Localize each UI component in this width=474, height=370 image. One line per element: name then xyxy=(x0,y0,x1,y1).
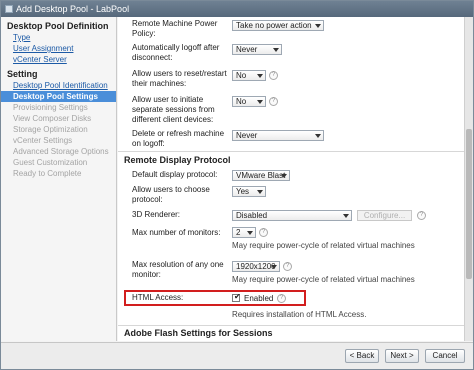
help-icon[interactable]: ? xyxy=(283,262,292,271)
nav-item-storage-optimization: Storage Optimization xyxy=(13,125,88,134)
refresh-value: Never xyxy=(236,131,258,140)
chevron-down-icon xyxy=(257,74,263,78)
monitors-note: May require power-cycle of related virtu… xyxy=(232,241,415,250)
resolution-label: Max resolution of any one monitor: xyxy=(132,260,224,279)
renderer-label: 3D Renderer: xyxy=(132,210,181,219)
separate-sessions-select[interactable]: No xyxy=(232,96,266,107)
help-icon[interactable]: ? xyxy=(417,211,426,220)
window-icon xyxy=(5,5,13,13)
configure-button[interactable]: Configure... xyxy=(357,210,412,221)
auto-logoff-value: Never xyxy=(236,45,258,54)
resolution-value: 1920x1200 xyxy=(236,262,276,271)
section-divider xyxy=(118,151,464,152)
refresh-select[interactable]: Never xyxy=(232,130,324,141)
chevron-down-icon xyxy=(281,174,287,178)
nav-item-provisioning: Provisioning Settings xyxy=(13,103,88,112)
monitors-select[interactable]: 2 xyxy=(232,227,256,238)
nav-item-vcenter-server[interactable]: vCenter Server xyxy=(1,54,116,65)
resolution-note: May require power-cycle of related virtu… xyxy=(232,275,415,284)
back-button[interactable]: < Back xyxy=(345,349,379,363)
auto-logoff-select[interactable]: Never xyxy=(232,44,282,55)
nav-section-setting: Setting xyxy=(7,69,38,79)
nav-item-vcenter-settings: vCenter Settings xyxy=(13,136,73,145)
default-protocol-select[interactable]: VMware Blast xyxy=(232,170,290,181)
remote-display-section-title: Remote Display Protocol xyxy=(124,155,231,165)
section-divider xyxy=(118,325,464,326)
flash-section-title: Adobe Flash Settings for Sessions xyxy=(124,328,273,338)
window-title: Add Desktop Pool - LabPool xyxy=(16,4,130,14)
monitors-label: Max number of monitors: xyxy=(132,228,221,237)
resolution-select[interactable]: 1920x1200 xyxy=(232,261,280,272)
nav-item-pool-identification[interactable]: Desktop Pool Identification xyxy=(1,80,116,91)
refresh-label: Delete or refresh machine on logoff: xyxy=(132,129,225,148)
cancel-button[interactable]: Cancel xyxy=(425,349,465,363)
help-icon[interactable]: ? xyxy=(269,97,278,106)
nav-item-pool-settings[interactable]: Desktop Pool Settings xyxy=(1,91,116,102)
nav-item-type[interactable]: Type xyxy=(1,32,116,43)
scroll-thumb[interactable] xyxy=(466,129,472,279)
html-access-note: Requires installation of HTML Access. xyxy=(232,310,367,319)
choose-protocol-select[interactable]: Yes xyxy=(232,186,266,197)
title-bar: Add Desktop Pool - LabPool xyxy=(1,1,473,17)
allow-reset-value: No xyxy=(236,71,247,80)
default-protocol-value: VMware Blast xyxy=(236,171,286,180)
html-access-checkbox[interactable]: ✔ xyxy=(232,292,241,302)
help-icon[interactable]: ? xyxy=(259,228,268,237)
html-access-label: HTML Access: xyxy=(132,293,184,302)
choose-protocol-value: Yes xyxy=(236,187,250,196)
chevron-down-icon xyxy=(273,48,279,52)
nav-section-definition: Desktop Pool Definition xyxy=(7,21,109,31)
monitors-value: 2 xyxy=(236,228,241,237)
auto-logoff-label: Automatically logoff after disconnect: xyxy=(132,43,220,62)
help-icon[interactable]: ? xyxy=(269,71,278,80)
separate-sessions-label: Allow user to initiate separate sessions… xyxy=(132,95,215,124)
chevron-down-icon xyxy=(271,265,277,269)
chevron-down-icon xyxy=(315,24,321,28)
add-desktop-pool-dialog: Add Desktop Pool - LabPool Desktop Pool … xyxy=(0,0,474,370)
nav-item-composer-disks: View Composer Disks xyxy=(13,114,92,123)
renderer-value: Disabled xyxy=(236,211,268,220)
vertical-scrollbar[interactable] xyxy=(464,17,473,341)
renderer-select[interactable]: Disabled xyxy=(232,210,352,221)
html-access-value: Enabled xyxy=(244,294,274,303)
chevron-down-icon xyxy=(257,190,263,194)
choose-protocol-label: Allow users to choose protocol: xyxy=(132,185,210,204)
nav-item-guest-customization: Guest Customization xyxy=(13,158,88,167)
wizard-nav: Desktop Pool Definition Type User Assign… xyxy=(1,17,117,341)
wizard-footer: < Back Next > Cancel xyxy=(1,342,473,369)
chevron-down-icon xyxy=(257,100,263,104)
settings-panel: Remote Machine Power Policy: Take no pow… xyxy=(118,17,464,341)
allow-reset-select[interactable]: No xyxy=(232,70,266,81)
next-button[interactable]: Next > xyxy=(385,349,419,363)
help-icon[interactable]: ? xyxy=(277,294,286,303)
power-policy-value: Take no power action xyxy=(236,21,312,30)
power-policy-select[interactable]: Take no power action xyxy=(232,20,324,31)
chevron-down-icon xyxy=(315,134,321,138)
nav-item-advanced-storage: Advanced Storage Options xyxy=(13,147,109,156)
chevron-down-icon xyxy=(343,214,349,218)
nav-item-ready-to-complete: Ready to Complete xyxy=(13,169,82,178)
chevron-down-icon xyxy=(247,231,253,235)
allow-reset-label: Allow users to reset/restart their machi… xyxy=(132,69,227,88)
separate-sessions-value: No xyxy=(236,97,247,106)
nav-item-user-assignment[interactable]: User Assignment xyxy=(1,43,116,54)
power-policy-label: Remote Machine Power Policy: xyxy=(132,19,218,38)
default-protocol-label: Default display protocol: xyxy=(132,170,218,179)
checkmark-icon: ✔ xyxy=(234,292,241,301)
